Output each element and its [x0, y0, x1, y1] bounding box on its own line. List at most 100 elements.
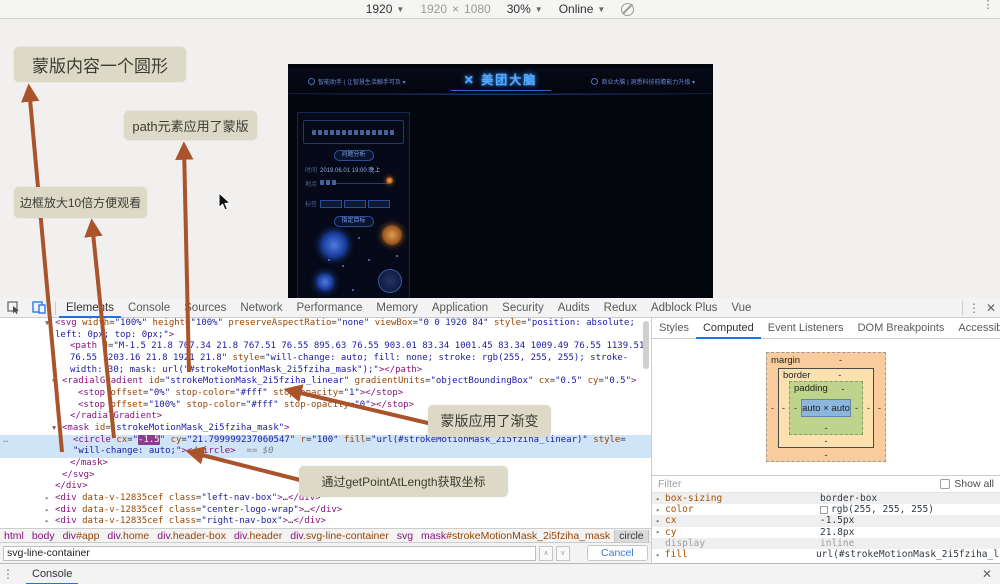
- selected-dom-node-line[interactable]: …<circle cx="-1.5" cy="21.79999923706054…: [0, 435, 651, 447]
- preview-tag[interactable]: [320, 200, 342, 208]
- computed-property-row[interactable]: ▸colorrgb(255, 255, 255): [652, 504, 1000, 515]
- cancel-button[interactable]: Cancel: [587, 545, 648, 561]
- throttling-select[interactable]: Online ▼: [559, 2, 606, 16]
- property-expand-icon[interactable]: ▸: [656, 528, 665, 536]
- tab-performance[interactable]: Performance: [290, 298, 370, 318]
- viewport-width[interactable]: 1920: [420, 2, 447, 16]
- breadcrumb-item-div[interactable]: div#app: [59, 530, 104, 542]
- preview-node-circle[interactable]: [316, 273, 334, 291]
- devtools-close-icon[interactable]: ✕: [982, 301, 1000, 315]
- breadcrumb-item-div[interactable]: div.header: [230, 530, 286, 542]
- computed-property-row[interactable]: ▸fillurl(#strokeMotionMask_2i5fziha_li: [652, 549, 1000, 560]
- sidebar-tab-dom-breakpoints[interactable]: DOM Breakpoints: [851, 318, 952, 339]
- expand-arrow-open-icon[interactable]: ▼: [52, 423, 62, 435]
- dom-node-line[interactable]: width: 30; mask: url("#strokeMotionMask_…: [0, 365, 651, 377]
- breadcrumb-item-circle[interactable]: circle: [614, 530, 649, 542]
- expand-arrow-closed-icon[interactable]: ▸: [45, 493, 55, 505]
- preview-nav-right[interactable]: 商业大脑 | 洞悉科技前瞻能力升级 ▾: [591, 77, 695, 86]
- box-model-padding[interactable]: padding- - auto × auto - -: [789, 381, 863, 435]
- devtools-menu-icon[interactable]: ⋮: [966, 306, 982, 310]
- computed-property-row[interactable]: ▸cx-1.5px: [652, 515, 1000, 526]
- property-expand-icon[interactable]: ▸: [656, 495, 665, 503]
- tab-memory[interactable]: Memory: [369, 298, 425, 318]
- show-all-checkbox[interactable]: [940, 479, 950, 489]
- box-model: margin- - border- - padding- -: [652, 339, 1000, 475]
- tab-elements[interactable]: Elements: [59, 298, 121, 318]
- tab-security[interactable]: Security: [495, 298, 551, 318]
- sidebar-tab-styles[interactable]: Styles: [652, 318, 696, 339]
- dom-node-line[interactable]: left: 0px; top: 0px;">: [0, 330, 651, 342]
- scrollbar-thumb[interactable]: [643, 321, 649, 369]
- preview-tag[interactable]: [368, 200, 390, 208]
- tab-adblock-plus[interactable]: Adblock Plus: [644, 298, 724, 318]
- dom-node-line[interactable]: <path d="M-1.5 21.8 707.34 21.8 767.51 7…: [0, 341, 651, 353]
- preview-nav-left[interactable]: 智能助手 | 让智慧生活触手可及 ▾: [308, 77, 406, 86]
- tab-network[interactable]: Network: [233, 298, 289, 318]
- device-select[interactable]: 1920 ▼: [366, 2, 405, 16]
- line-overflow-dots[interactable]: …: [3, 435, 8, 447]
- expand-arrow-open-icon[interactable]: ▼: [45, 318, 55, 330]
- dom-node-line[interactable]: ▼<radialGradient id="strokeMotionMask_2i…: [0, 376, 651, 388]
- filter-input[interactable]: Filter: [658, 478, 681, 490]
- sidebar-tab-accessibility[interactable]: Accessibility: [951, 318, 1000, 339]
- preview-place-row: 地点: [305, 179, 338, 188]
- breadcrumb-item-div[interactable]: div.home: [103, 530, 153, 542]
- expand-arrow-open-icon[interactable]: ▼: [52, 376, 62, 388]
- emulation-menu-icon[interactable]: ⋮: [982, 3, 994, 7]
- property-expand-icon[interactable]: ▸: [656, 506, 665, 514]
- expand-arrow-closed-icon[interactable]: ▸: [45, 505, 55, 517]
- drawer-tab-console[interactable]: Console: [26, 564, 78, 584]
- search-input[interactable]: [3, 546, 536, 561]
- toolbar-separator: [55, 301, 56, 315]
- tab-console[interactable]: Console: [121, 298, 177, 318]
- dom-node-line[interactable]: <stop offset="100%" stop-color="#fff" st…: [0, 400, 651, 412]
- breadcrumb-item-mask[interactable]: mask#strokeMotionMask_2i5fziha_mask: [417, 530, 614, 542]
- box-model-border[interactable]: border- - padding- - auto × auto -: [778, 368, 874, 448]
- dom-node-line[interactable]: ▼<svg width="100%" height="100%" preserv…: [0, 318, 651, 330]
- computed-property-row[interactable]: ▸cy21.8px: [652, 527, 1000, 538]
- device-toolbar-icon[interactable]: [31, 301, 47, 315]
- drawer-close-icon[interactable]: ✕: [982, 567, 1000, 581]
- search-next-button[interactable]: ∨: [556, 546, 570, 561]
- box-model-margin[interactable]: margin- - border- - padding- -: [766, 352, 886, 462]
- drawer-menu-icon[interactable]: ⋮: [0, 572, 16, 576]
- annotation-label-3: 边框放大10倍方便观看: [14, 187, 147, 218]
- computed-property-row[interactable]: ▸box-sizingborder-box: [652, 493, 1000, 504]
- dom-node-line[interactable]: </radialGradient>: [0, 411, 651, 423]
- tab-audits[interactable]: Audits: [551, 298, 597, 318]
- dom-node-line[interactable]: ▸<div data-v-12835cef class="right-nav-b…: [0, 516, 651, 528]
- tab-redux[interactable]: Redux: [597, 298, 644, 318]
- property-expand-icon[interactable]: ▸: [656, 551, 665, 559]
- zoom-select[interactable]: 30% ▼: [507, 2, 543, 16]
- breadcrumb-item-div[interactable]: div.header-box: [153, 530, 230, 542]
- viewport-height[interactable]: 1080: [464, 2, 491, 16]
- preview-node-circle[interactable]: [320, 231, 348, 259]
- preview-node-circle[interactable]: [382, 225, 402, 245]
- preview-node-circle[interactable]: [378, 269, 402, 293]
- tab-application[interactable]: Application: [425, 298, 495, 318]
- tab-sources[interactable]: Sources: [177, 298, 233, 318]
- box-model-content[interactable]: auto × auto: [801, 399, 851, 417]
- property-expand-icon[interactable]: ▸: [656, 517, 665, 525]
- expand-arrow-closed-icon[interactable]: ▸: [45, 516, 55, 528]
- search-prev-button[interactable]: ∧: [539, 546, 553, 561]
- preview-tag[interactable]: [344, 200, 366, 208]
- inspect-element-icon[interactable]: [5, 301, 21, 315]
- dom-node-line[interactable]: ▼<mask id="strokeMotionMask_2i5fziha_mas…: [0, 423, 651, 435]
- breadcrumb-item-div[interactable]: div.svg-line-container: [286, 530, 392, 542]
- breadcrumb-item-svg[interactable]: svg: [393, 530, 417, 542]
- sidebar-tab-computed[interactable]: Computed: [696, 318, 761, 339]
- annotation-label-4: 蒙版应用了渐变: [428, 405, 551, 437]
- breadcrumb-item-html[interactable]: html: [0, 530, 28, 542]
- assistant-icon: [308, 78, 315, 85]
- tab-vue[interactable]: Vue: [724, 298, 758, 318]
- breadcrumb-item-body[interactable]: body: [28, 530, 59, 542]
- sidebar-tab-event-listeners[interactable]: Event Listeners: [761, 318, 851, 339]
- property-name: color: [665, 504, 820, 515]
- dom-node-line[interactable]: <stop offset="0%" stop-color="#fff" stop…: [0, 388, 651, 400]
- property-value: url(#strokeMotionMask_2i5fziha_li: [816, 549, 1000, 560]
- computed-property-row[interactable]: displayinline: [652, 538, 1000, 549]
- selected-dom-node-line[interactable]: "will-change: auto;"></circle> == $0: [0, 446, 651, 458]
- dom-node-line[interactable]: 76.55 1203.16 21.8 1921 21.8" style="wil…: [0, 353, 651, 365]
- dom-node-line[interactable]: ▸<div data-v-12835cef class="center-logo…: [0, 505, 651, 517]
